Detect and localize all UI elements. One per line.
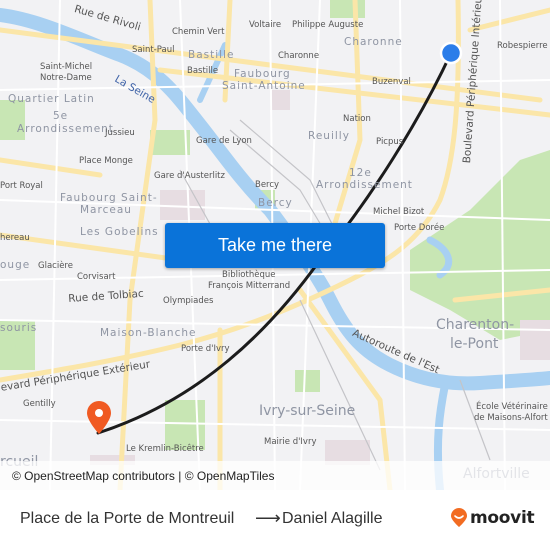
station-label: Chemin Vert bbox=[172, 27, 225, 37]
district-label: Faubourg Saint- bbox=[60, 192, 158, 204]
district-label: souris bbox=[0, 322, 38, 334]
park bbox=[330, 0, 365, 18]
station-label: Porte Dorée bbox=[394, 223, 445, 233]
district-label: Bercy bbox=[258, 197, 293, 209]
route-footer: Place de la Porte de Montreuil ⟶ Daniel … bbox=[0, 490, 550, 550]
station-label: Voltaire bbox=[249, 20, 282, 30]
station-label: Gare d'Austerlitz bbox=[154, 171, 225, 181]
district-label: Arrondissement bbox=[316, 179, 413, 191]
arrow-right-icon: ⟶ bbox=[255, 508, 281, 528]
district-label: 5e bbox=[53, 110, 69, 122]
city-label: le-Pont bbox=[450, 336, 499, 352]
station-label: Mairie d'Ivry bbox=[264, 437, 317, 447]
park bbox=[150, 130, 190, 155]
station-label: Nation bbox=[343, 114, 371, 124]
station-label: Saint-Michel bbox=[40, 62, 93, 72]
station-label: Corvisart bbox=[77, 272, 116, 282]
station-label: Charonne bbox=[278, 51, 320, 61]
district-label: Arrondissement bbox=[17, 123, 114, 135]
station-label: Port Royal bbox=[0, 181, 43, 191]
district-label: Quartier Latin bbox=[8, 93, 95, 105]
station-label: Jussieu bbox=[105, 128, 135, 138]
poi-label: de Maisons-Alfort bbox=[474, 413, 548, 423]
station-label: Michel Bizot bbox=[373, 207, 425, 217]
district-label: Les Gobelins bbox=[80, 226, 159, 238]
station-label: Robespierre bbox=[497, 41, 548, 51]
city-label: Charenton- bbox=[436, 317, 515, 333]
station-label: Gare de Lyon bbox=[196, 136, 252, 146]
brand-name: moovit bbox=[470, 508, 535, 528]
district-label: Charonne bbox=[344, 36, 403, 48]
station-label: Bastille bbox=[187, 66, 219, 76]
station-label: Glacière bbox=[38, 261, 73, 271]
station-label: Olympiades bbox=[163, 296, 214, 306]
map-view[interactable]: Rue de Rivoli Chemin Vert Voltaire Phili… bbox=[0, 0, 550, 490]
destination-name: Daniel Alagille bbox=[282, 510, 383, 527]
city-label: Le Kremlin-Bicêtre bbox=[126, 444, 204, 454]
district-label: Marceau bbox=[80, 204, 132, 216]
district-label: Saint-Antoine bbox=[222, 80, 306, 92]
station-label: Porte d'Ivry bbox=[181, 344, 230, 354]
station-label: Buzenval bbox=[372, 77, 411, 87]
station-label: Notre-Dame bbox=[40, 73, 92, 83]
station-label: Picpus bbox=[376, 137, 404, 147]
district-label: 12e bbox=[349, 167, 372, 179]
park bbox=[295, 370, 320, 392]
moovit-pin-icon bbox=[451, 508, 467, 527]
moovit-logo[interactable]: moovit bbox=[450, 508, 535, 528]
destination-pin-icon[interactable] bbox=[84, 400, 114, 436]
map-attribution: © OpenStreetMap contributors | © OpenMap… bbox=[0, 461, 550, 490]
district-label: ouge bbox=[0, 259, 31, 271]
city-label: Ivry-sur-Seine bbox=[259, 403, 356, 419]
station-label: hereau bbox=[0, 233, 30, 243]
district-label: Reuilly bbox=[308, 130, 350, 142]
station-label: Bercy bbox=[255, 180, 280, 190]
district-label: Bastille bbox=[188, 49, 235, 61]
poi-label: École Vétérinaire bbox=[476, 402, 548, 412]
station-label: Philippe Auguste bbox=[292, 20, 364, 30]
station-label: Bibliothèque bbox=[222, 270, 276, 280]
district-label: Faubourg bbox=[234, 68, 291, 80]
origin-marker[interactable] bbox=[439, 41, 463, 65]
district-label: Maison-Blanche bbox=[100, 327, 197, 339]
park-bois-de-vincennes bbox=[410, 150, 550, 340]
station-label: Place Monge bbox=[79, 156, 133, 166]
take-me-there-button[interactable]: Take me there bbox=[165, 223, 385, 268]
station-label: Saint-Paul bbox=[132, 45, 175, 55]
city-label: Gentilly bbox=[23, 399, 56, 409]
station-label: François Mitterrand bbox=[208, 281, 291, 291]
origin-name: Place de la Porte de Montreuil bbox=[20, 510, 235, 527]
attribution-text[interactable]: © OpenStreetMap contributors | © OpenMap… bbox=[12, 469, 274, 483]
